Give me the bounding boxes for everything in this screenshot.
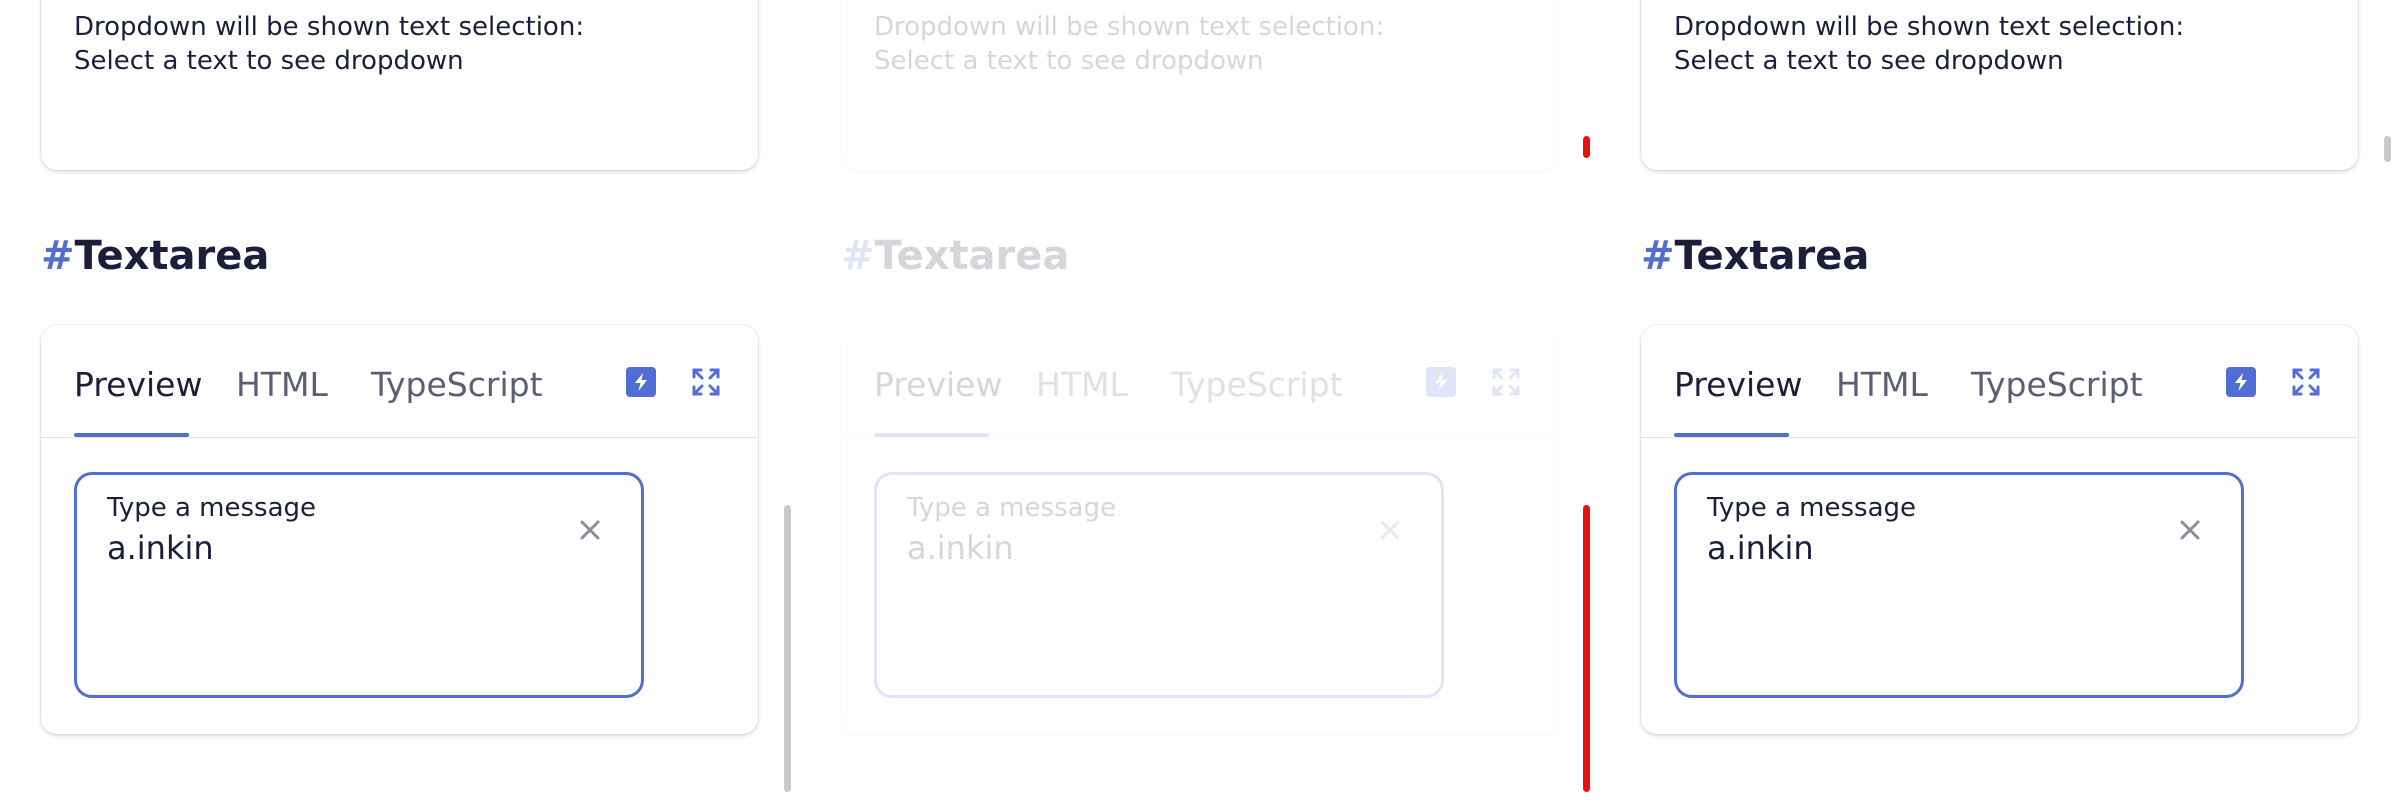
textarea-value[interactable]: a.inkin (107, 529, 214, 567)
section-title: Textarea (1674, 233, 1870, 279)
textarea-demo-card: Preview HTML TypeScript Type a message a… (41, 325, 758, 734)
dropdown-info-text: Dropdown will be shown text selection: (1674, 12, 2185, 42)
section-heading: #Textarea (41, 233, 269, 279)
tab-html[interactable]: HTML (236, 365, 328, 404)
tab-bar: Preview HTML TypeScript (41, 325, 758, 438)
dropdown-hint-text[interactable]: Select a text to see dropdown (874, 46, 1264, 76)
expand-icon[interactable] (691, 367, 721, 397)
tab-typescript[interactable]: TypeScript (1171, 365, 1343, 404)
section-title: Textarea (874, 233, 1070, 279)
message-textarea[interactable]: Type a message a.inkin (1674, 472, 2244, 698)
textarea-label: Type a message (907, 493, 1117, 523)
section-heading: #Textarea (841, 233, 1069, 279)
panel-1: Dropdown will be shown text selection: S… (0, 0, 800, 800)
dropdown-info-text: Dropdown will be shown text selection: (874, 12, 1385, 42)
panel-2: Dropdown will be shown text selection: S… (800, 0, 1600, 800)
scrollbar-thumb[interactable] (784, 505, 791, 792)
active-tab-indicator (874, 433, 989, 437)
tab-html[interactable]: HTML (1036, 365, 1128, 404)
active-tab-indicator (74, 433, 189, 437)
textarea-value[interactable]: a.inkin (1707, 529, 1814, 567)
scrollbar-thumb[interactable] (1583, 505, 1590, 792)
clear-icon[interactable] (1375, 515, 1405, 545)
scrollbar-thumb-top[interactable] (1583, 136, 1590, 158)
dropdown-demo-card: Dropdown will be shown text selection: S… (841, 0, 1558, 170)
tab-preview[interactable]: Preview (1674, 365, 1802, 404)
section-title: Textarea (74, 233, 270, 279)
message-textarea[interactable]: Type a message a.inkin (74, 472, 644, 698)
section-heading: #Textarea (1641, 233, 1869, 279)
tab-preview[interactable]: Preview (74, 365, 202, 404)
textarea-demo-card: Preview HTML TypeScript Type a message a… (1641, 325, 2358, 734)
hash-anchor-link[interactable]: # (1641, 233, 1675, 279)
dropdown-info-text: Dropdown will be shown text selection: (74, 12, 585, 42)
textarea-label: Type a message (107, 493, 317, 523)
expand-icon[interactable] (2291, 367, 2321, 397)
dropdown-demo-card: Dropdown will be shown text selection: S… (1641, 0, 2358, 170)
message-textarea[interactable]: Type a message a.inkin (874, 472, 1444, 698)
tab-bar: Preview HTML TypeScript (1641, 325, 2358, 438)
tab-typescript[interactable]: TypeScript (371, 365, 543, 404)
clear-icon[interactable] (2175, 515, 2205, 545)
active-tab-indicator (1674, 433, 1789, 437)
dropdown-hint-text[interactable]: Select a text to see dropdown (1674, 46, 2064, 76)
tab-html[interactable]: HTML (1836, 365, 1928, 404)
lightning-bolt-icon[interactable] (2226, 367, 2256, 397)
lightning-bolt-icon[interactable] (626, 367, 656, 397)
dropdown-demo-card: Dropdown will be shown text selection: S… (41, 0, 758, 170)
tab-bar: Preview HTML TypeScript (841, 325, 1558, 438)
expand-icon[interactable] (1491, 367, 1521, 397)
panel-3: Dropdown will be shown text selection: S… (1600, 0, 2400, 800)
tab-preview[interactable]: Preview (874, 365, 1002, 404)
tab-typescript[interactable]: TypeScript (1971, 365, 2143, 404)
scrollbar-thumb[interactable] (2384, 136, 2391, 162)
textarea-demo-card: Preview HTML TypeScript Type a message a… (841, 325, 1558, 734)
hash-anchor-link[interactable]: # (41, 233, 75, 279)
hash-anchor-link[interactable]: # (841, 233, 875, 279)
textarea-value[interactable]: a.inkin (907, 529, 1014, 567)
lightning-bolt-icon[interactable] (1426, 367, 1456, 397)
textarea-label: Type a message (1707, 493, 1917, 523)
dropdown-hint-text[interactable]: Select a text to see dropdown (74, 46, 464, 76)
clear-icon[interactable] (575, 515, 605, 545)
